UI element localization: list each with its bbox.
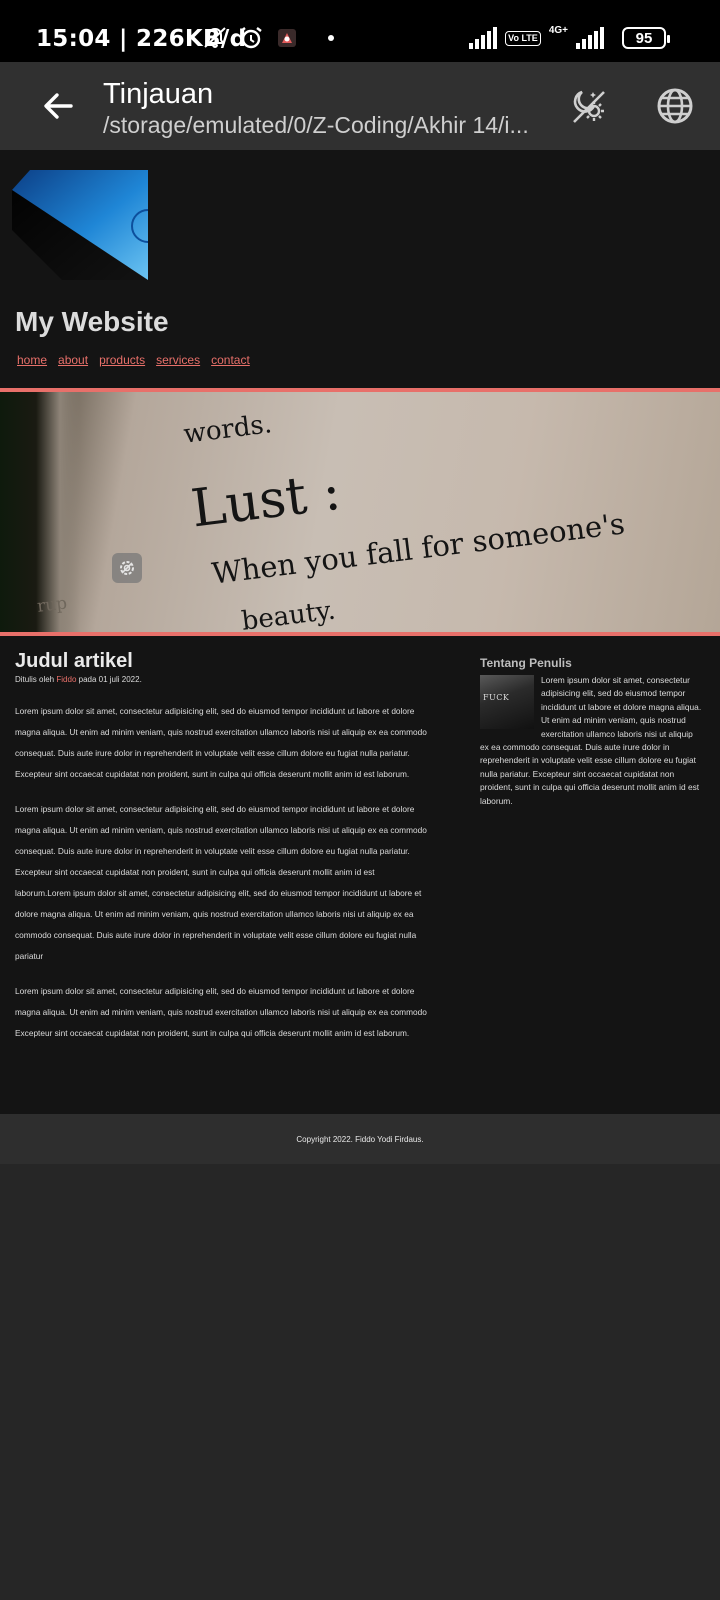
hero-banner: words. Lust : When you fall for someone'… (0, 388, 720, 636)
article-title: Judul artikel (15, 650, 133, 672)
sidebar-body: FUCK Lorem ipsum dolor sit amet, consect… (480, 674, 702, 808)
signal-4g-icon (576, 27, 604, 49)
byline-date: pada 01 juli 2022. (78, 675, 142, 684)
footer-copyright: Copyright 2022. Fiddo Yodi Firdaus. (296, 1134, 424, 1144)
byline-prefix: Ditulis oleh (15, 675, 55, 684)
notifications-off-icon (202, 25, 228, 51)
night-mode-button[interactable] (566, 84, 610, 128)
alarm-icon (238, 25, 264, 51)
volte-icon: Vo LTE (505, 30, 541, 46)
app-bar: Tinjauan /storage/emulated/0/Z-Coding/Ak… (0, 62, 720, 150)
hero-text-side: rup (36, 593, 69, 617)
globe-button[interactable] (653, 84, 697, 128)
sidebar-title: Tentang Penulis (480, 656, 572, 670)
gear-icon (120, 561, 134, 575)
page-title: Tinjauan (103, 78, 214, 110)
image-settings-button[interactable] (112, 553, 142, 583)
nav-link-products[interactable]: products (99, 353, 145, 367)
author-image: FUCK (480, 675, 534, 729)
status-notification-icons (202, 24, 334, 52)
web-preview[interactable]: My Website home about products services … (0, 150, 720, 1600)
author-image-text: FUCK (483, 693, 510, 702)
battery-level: 95 (635, 29, 653, 47)
content-area: Judul artikel Ditulis oleh Fiddo pada 01… (0, 636, 720, 1114)
status-system-icons: Vo LTE 4G+ 95 (469, 24, 670, 52)
nav-link-contact[interactable]: contact (211, 353, 250, 367)
site-nav: home about products services contact (17, 353, 250, 367)
signal-icon (469, 27, 498, 49)
article-paragraph: Lorem ipsum dolor sit amet, consectetur … (15, 804, 427, 961)
battery-icon: 95 (622, 27, 670, 49)
author-sidebar: Tentang Penulis FUCK Lorem ipsum dolor s… (480, 656, 702, 808)
back-button[interactable] (34, 82, 82, 130)
nav-link-home[interactable]: home (17, 353, 47, 367)
byline-author[interactable]: Fiddo (56, 675, 76, 684)
status-bar: 15:04 | 226KB/d Vo LTE 4G+ 95 (0, 0, 720, 62)
night-mode-icon (573, 90, 605, 123)
article-paragraph: Lorem ipsum dolor sit amet, consectetur … (15, 706, 427, 779)
article: Judul artikel Ditulis oleh Fiddo pada 01… (15, 650, 430, 1044)
article-byline: Ditulis oleh Fiddo pada 01 juli 2022. (15, 675, 430, 684)
back-arrow-icon (44, 93, 73, 119)
site-title: My Website (15, 306, 169, 337)
logo (12, 170, 149, 280)
network-type: 4G+ (548, 24, 568, 36)
nav-link-services[interactable]: services (156, 353, 200, 367)
file-path: /storage/emulated/0/Z-Coding/Akhir 14/i.… (103, 112, 529, 138)
app-notification-icon (274, 25, 300, 51)
dot-icon (328, 35, 334, 41)
site-header: My Website home about products services … (0, 150, 720, 388)
globe-icon (657, 88, 693, 124)
article-paragraph: Lorem ipsum dolor sit amet, consectetur … (15, 986, 427, 1038)
nav-link-about[interactable]: about (58, 353, 88, 367)
website: My Website home about products services … (0, 150, 720, 1164)
site-footer: Copyright 2022. Fiddo Yodi Firdaus. (0, 1114, 720, 1164)
